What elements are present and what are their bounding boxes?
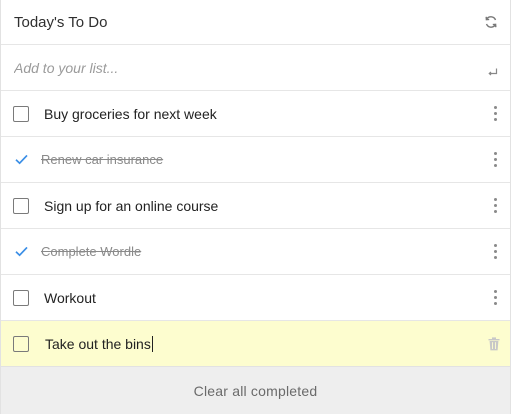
text-caret xyxy=(151,335,153,352)
trash-icon[interactable] xyxy=(487,336,501,352)
item-label[interactable]: Buy groceries for next week xyxy=(44,106,489,122)
item-edit-field[interactable]: Take out the bins xyxy=(45,335,487,352)
clear-completed-button[interactable]: Clear all completed xyxy=(194,383,318,399)
item-label[interactable]: Sign up for an online course xyxy=(44,198,489,214)
more-options-icon[interactable] xyxy=(489,196,501,216)
todo-list: Buy groceries for next week Renew car in… xyxy=(1,91,510,367)
todo-app: Today's To Do Buy groceries for next wee… xyxy=(0,0,511,414)
todo-item: Sign up for an online course xyxy=(1,183,510,229)
todo-item: Complete Wordle xyxy=(1,229,510,275)
todo-item-editing: Take out the bins xyxy=(1,321,510,367)
item-checkbox[interactable] xyxy=(13,197,29,214)
enter-icon[interactable] xyxy=(485,60,501,76)
more-options-icon[interactable] xyxy=(489,288,501,308)
todo-item: Buy groceries for next week xyxy=(1,91,510,137)
item-checkbox[interactable] xyxy=(13,105,29,122)
item-checkbox[interactable] xyxy=(13,335,29,352)
header: Today's To Do xyxy=(1,0,510,45)
item-checkbox[interactable] xyxy=(13,289,29,306)
add-item-input[interactable] xyxy=(14,59,454,76)
todo-item: Workout xyxy=(1,275,510,321)
item-edit-text: Take out the bins xyxy=(45,335,151,352)
add-item-row xyxy=(1,45,510,91)
footer: Clear all completed xyxy=(1,366,510,414)
more-options-icon[interactable] xyxy=(489,242,501,262)
item-label[interactable]: Renew car insurance xyxy=(41,152,489,167)
checkmark-icon[interactable] xyxy=(13,244,29,260)
refresh-icon[interactable] xyxy=(481,12,501,32)
more-options-icon[interactable] xyxy=(489,150,501,170)
item-label[interactable]: Workout xyxy=(44,290,489,306)
more-options-icon[interactable] xyxy=(489,104,501,124)
page-title: Today's To Do xyxy=(14,13,108,31)
checkmark-icon[interactable] xyxy=(13,152,29,168)
item-label[interactable]: Complete Wordle xyxy=(41,244,489,259)
todo-item: Renew car insurance xyxy=(1,137,510,183)
